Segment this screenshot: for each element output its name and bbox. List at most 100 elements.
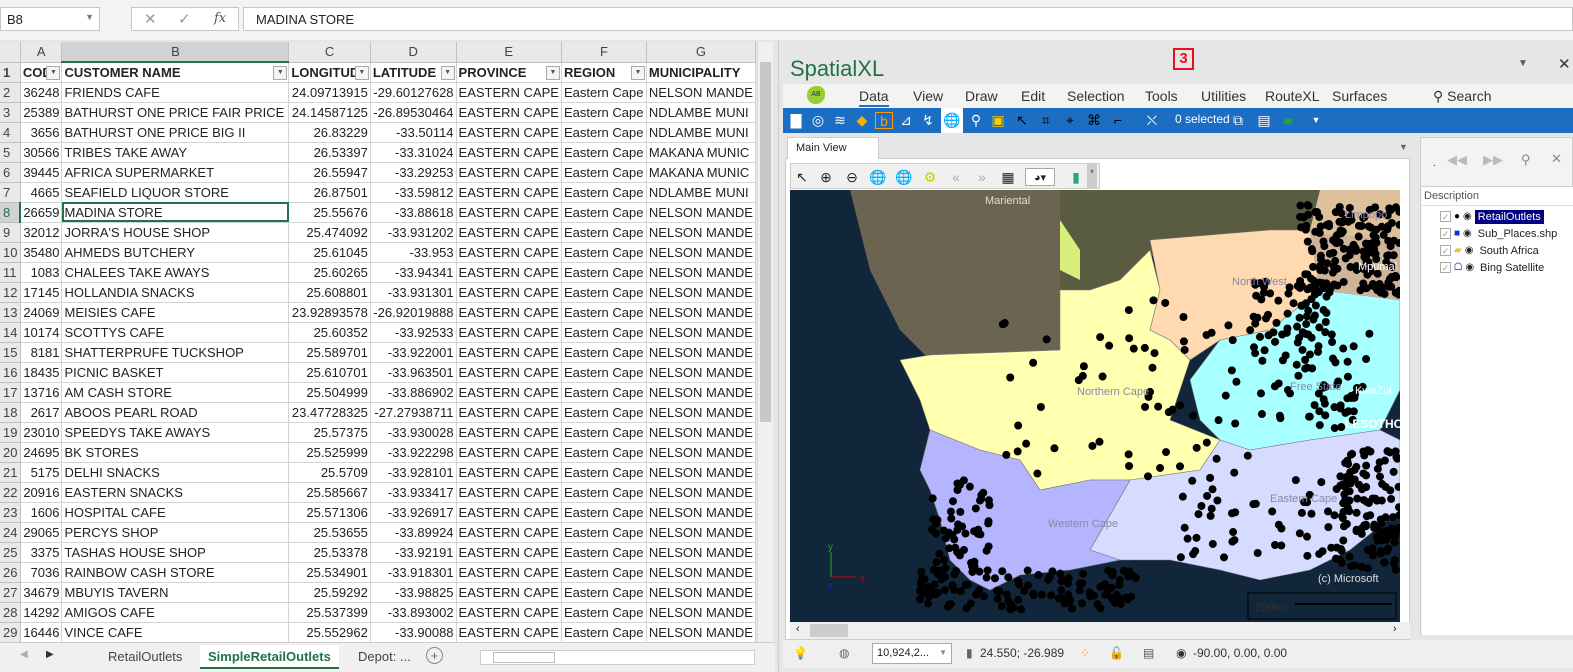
row-header[interactable]: 7 — [0, 182, 21, 203]
cell[interactable]: Eastern Cape — [561, 202, 647, 223]
row-header[interactable]: 19 — [0, 422, 21, 443]
cell[interactable]: NELSON MANDE — [646, 342, 756, 363]
cell[interactable]: Eastern Cape — [561, 362, 647, 383]
column-title[interactable]: REGION ▼ — [561, 62, 647, 83]
layer-checkbox[interactable]: ✓ — [1440, 262, 1451, 273]
cell[interactable]: -26.92019888 — [370, 302, 457, 323]
row-header[interactable]: 15 — [0, 342, 21, 363]
cell[interactable]: -33.922298 — [370, 442, 457, 463]
cell[interactable]: 23.47728325 — [288, 402, 371, 423]
cell[interactable]: 20916 — [20, 482, 63, 503]
row-header[interactable]: 13 — [0, 302, 21, 323]
cell[interactable]: 16446 — [20, 622, 63, 642]
cell[interactable]: -33.953 — [370, 242, 457, 263]
pin-icon[interactable]: ⚲ — [1521, 152, 1531, 168]
cell[interactable]: 24.14587125 — [288, 102, 371, 123]
cell[interactable]: -33.90088 — [370, 622, 457, 642]
select-shape-icon[interactable]: ▣ — [989, 112, 1007, 129]
close-icon[interactable]: ✕ — [1558, 55, 1571, 73]
cell[interactable]: -33.930028 — [370, 422, 457, 443]
column-title[interactable]: PROVINCE ▼ — [456, 62, 562, 83]
map-canvas[interactable]: Mariental Limpopo North West Mpumal Free… — [790, 190, 1400, 622]
cell[interactable]: -33.29253 — [370, 162, 457, 183]
cell[interactable]: Eastern Cape — [561, 402, 647, 423]
cell[interactable]: 24695 — [20, 442, 63, 463]
cell[interactable]: 26.55947 — [288, 162, 371, 183]
cell[interactable]: MAKANA MUNIC — [646, 162, 756, 183]
cell[interactable]: -33.50114 — [370, 122, 457, 143]
cell[interactable]: EASTERN CAPE — [456, 182, 562, 203]
cell[interactable]: 26659 — [20, 202, 63, 223]
cell[interactable]: 35480 — [20, 242, 63, 263]
horizontal-scrollbar[interactable] — [480, 650, 755, 665]
eye-icon[interactable]: ◉ — [1465, 245, 1474, 256]
cell[interactable]: NELSON MANDE — [646, 602, 756, 623]
cell[interactable]: -33.31024 — [370, 142, 457, 163]
select-line-icon[interactable]: ⌐ — [1109, 112, 1127, 129]
column-header-b[interactable]: B — [61, 42, 290, 63]
eye-icon[interactable]: ◉ — [1465, 262, 1474, 273]
layer-checkbox[interactable]: ✓ — [1440, 228, 1451, 239]
cell[interactable]: 25.585667 — [288, 482, 371, 503]
cell[interactable]: 1606 — [20, 502, 63, 523]
cell[interactable]: 25.60352 — [288, 322, 371, 343]
cell[interactable]: Eastern Cape — [561, 162, 647, 183]
add-sheet-icon[interactable]: + — [426, 647, 443, 664]
cell[interactable]: BK STORES — [61, 442, 290, 463]
column-title[interactable]: LONGITUD ▼ — [288, 62, 371, 83]
cell[interactable]: ABOOS PEARL ROAD — [61, 402, 290, 423]
menu-view[interactable]: View — [913, 88, 943, 104]
cell[interactable]: NELSON MANDE — [646, 82, 756, 103]
cell[interactable]: NELSON MANDE — [646, 582, 756, 603]
cell[interactable]: EASTERN CAPE — [456, 222, 562, 243]
cell[interactable]: 25.525999 — [288, 442, 371, 463]
cell[interactable]: Eastern Cape — [561, 282, 647, 303]
zoom-out-icon[interactable]: ⊖ — [843, 168, 861, 186]
cell[interactable]: 36248 — [20, 82, 63, 103]
cell[interactable]: -33.931202 — [370, 222, 457, 243]
eye-icon[interactable]: ◉ — [1463, 228, 1472, 239]
cell[interactable]: 25.610701 — [288, 362, 371, 383]
cell[interactable]: DELHI SNACKS — [61, 462, 290, 483]
row-header[interactable]: 9 — [0, 222, 21, 243]
cell[interactable]: -33.98825 — [370, 582, 457, 603]
view-dropdown-icon[interactable]: ▼ — [1399, 142, 1408, 152]
cell[interactable]: 23010 — [20, 422, 63, 443]
menu-surfaces[interactable]: Surfaces — [1332, 88, 1387, 104]
cell[interactable]: NELSON MANDE — [646, 262, 756, 283]
previous-layer-icon[interactable]: ◀◀ — [1447, 152, 1467, 168]
cell[interactable]: NELSON MANDE — [646, 462, 756, 483]
cell[interactable]: Eastern Cape — [561, 582, 647, 603]
cell[interactable]: -29.60127628 — [370, 82, 457, 103]
zoom-extent-icon[interactable]: 🌐 — [895, 168, 913, 186]
cell[interactable]: Eastern Cape — [561, 482, 647, 503]
cell[interactable]: EASTERN CAPE — [456, 282, 562, 303]
cell[interactable]: EASTERN CAPE — [456, 142, 562, 163]
column-header-a[interactable]: A — [20, 42, 63, 63]
cell[interactable]: EASTERN CAPE — [456, 462, 562, 483]
cell[interactable]: Eastern Cape — [561, 342, 647, 363]
cell[interactable]: 25.474092 — [288, 222, 371, 243]
cancel-icon[interactable]: ✕ — [144, 10, 157, 28]
cell[interactable]: NELSON MANDE — [646, 222, 756, 243]
check-icon[interactable]: ✓ — [178, 10, 191, 28]
cell[interactable]: EASTERN CAPE — [456, 602, 562, 623]
cell[interactable]: Eastern Cape — [561, 242, 647, 263]
row-header[interactable]: 16 — [0, 362, 21, 383]
cell[interactable]: NELSON MANDE — [646, 382, 756, 403]
cell[interactable]: 25.61045 — [288, 242, 371, 263]
row-header[interactable]: 24 — [0, 522, 21, 543]
cell[interactable]: Eastern Cape — [561, 322, 647, 343]
cell[interactable]: 2617 — [20, 402, 63, 423]
menu-tools[interactable]: Tools — [1145, 88, 1178, 104]
cell[interactable]: EASTERN CAPE — [456, 622, 562, 642]
cell[interactable]: 25.504999 — [288, 382, 371, 403]
cell[interactable]: -26.89530464 — [370, 102, 457, 123]
row-header[interactable]: 6 — [0, 162, 21, 183]
cell[interactable]: 8181 — [20, 342, 63, 363]
row-header[interactable]: 23 — [0, 502, 21, 523]
zoom-in-icon[interactable]: ⊕ — [817, 168, 835, 186]
cell[interactable]: VINCE CAFE — [61, 622, 290, 642]
projection-icon[interactable]: ↯ — [919, 112, 937, 129]
cell[interactable]: -33.926917 — [370, 502, 457, 523]
